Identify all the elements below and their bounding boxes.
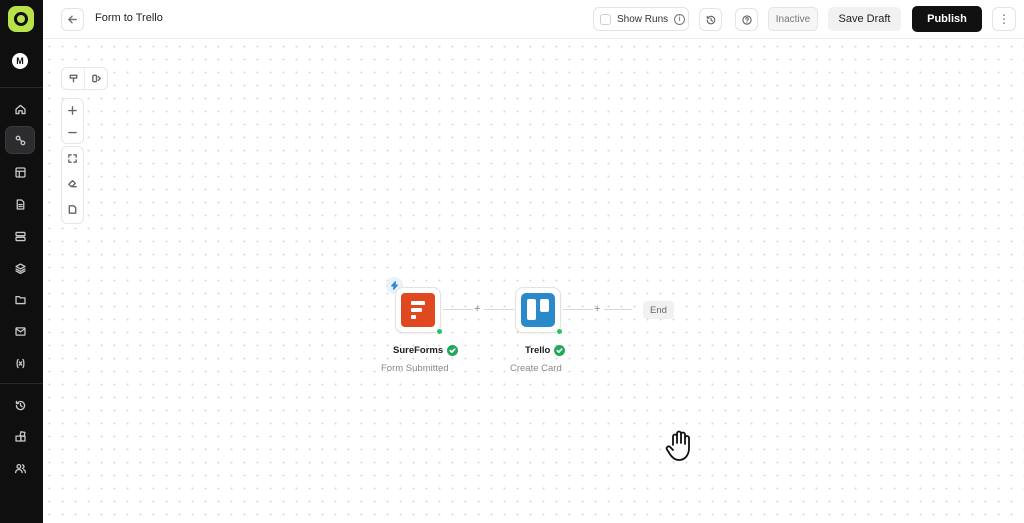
check-icon bbox=[554, 345, 566, 356]
table-icon[interactable] bbox=[5, 158, 35, 186]
history-button[interactable] bbox=[699, 8, 722, 31]
sidebar-divider bbox=[0, 87, 43, 88]
arrow-left-icon bbox=[68, 15, 77, 24]
sureforms-node[interactable] bbox=[395, 287, 443, 335]
node-status-dot bbox=[556, 328, 563, 335]
zoom-in-icon[interactable] bbox=[62, 99, 83, 121]
folder-icon[interactable] bbox=[5, 285, 35, 313]
connector-line bbox=[443, 309, 473, 310]
zoom-controls bbox=[61, 98, 84, 144]
end-node: End bbox=[643, 301, 674, 319]
status-badge[interactable]: Inactive bbox=[768, 7, 818, 31]
workflow-title[interactable]: Form to Trello bbox=[95, 12, 163, 24]
eraser-icon[interactable] bbox=[62, 169, 83, 196]
select-mode-icon[interactable] bbox=[62, 68, 84, 89]
layers-icon[interactable] bbox=[5, 254, 35, 282]
sureforms-logo-icon bbox=[401, 293, 435, 327]
help-icon bbox=[741, 14, 752, 25]
workflow-canvas[interactable] bbox=[43, 40, 1024, 523]
trello-node[interactable] bbox=[515, 287, 563, 335]
note-icon[interactable] bbox=[62, 196, 83, 223]
sureforms-node-action: Form Submitted bbox=[381, 363, 449, 374]
fit-view-icon[interactable] bbox=[62, 147, 83, 169]
apps-icon[interactable] bbox=[5, 422, 35, 450]
document-icon[interactable] bbox=[5, 190, 35, 218]
info-icon[interactable]: i bbox=[674, 13, 686, 25]
add-step-button[interactable]: + bbox=[474, 304, 480, 315]
connector-line bbox=[604, 309, 632, 310]
connector-line bbox=[484, 309, 514, 310]
database-icon[interactable] bbox=[5, 222, 35, 250]
sidebar: M bbox=[0, 0, 43, 523]
user-avatar[interactable]: M bbox=[12, 53, 28, 69]
node-status-dot bbox=[436, 328, 443, 335]
more-options-icon[interactable]: ⋮ bbox=[992, 7, 1016, 31]
zoom-out-icon[interactable] bbox=[62, 121, 83, 143]
sureforms-node-title: SureForms bbox=[393, 345, 459, 356]
trello-logo-icon bbox=[521, 293, 555, 327]
trello-node-action: Create Card bbox=[510, 363, 562, 374]
show-runs-toggle[interactable]: Show Runs i bbox=[593, 7, 689, 31]
variables-icon[interactable] bbox=[5, 349, 35, 377]
canvas-mode-toggle bbox=[61, 67, 108, 90]
check-icon bbox=[447, 345, 459, 356]
workflow-icon[interactable] bbox=[5, 126, 35, 154]
back-button[interactable] bbox=[61, 8, 84, 31]
history-icon bbox=[706, 15, 715, 24]
save-draft-button[interactable]: Save Draft bbox=[828, 7, 901, 31]
hand-cursor-icon bbox=[665, 430, 690, 461]
history-icon[interactable] bbox=[5, 391, 35, 419]
pan-mode-icon[interactable] bbox=[84, 68, 107, 89]
home-icon[interactable] bbox=[5, 95, 35, 123]
add-step-button[interactable]: + bbox=[594, 304, 600, 315]
show-runs-label: Show Runs bbox=[617, 13, 669, 25]
app-logo[interactable] bbox=[8, 6, 34, 32]
trello-node-title: Trello bbox=[525, 345, 566, 356]
connector-line bbox=[563, 309, 593, 310]
help-button[interactable] bbox=[735, 8, 758, 31]
top-header: Form to Trello Show Runs i Inactive Save… bbox=[43, 0, 1024, 39]
publish-button[interactable]: Publish bbox=[912, 6, 982, 32]
show-runs-checkbox[interactable] bbox=[600, 13, 611, 25]
users-icon[interactable] bbox=[5, 454, 35, 482]
mail-icon[interactable] bbox=[5, 317, 35, 345]
canvas-tools bbox=[61, 146, 84, 224]
sidebar-divider bbox=[0, 383, 43, 384]
